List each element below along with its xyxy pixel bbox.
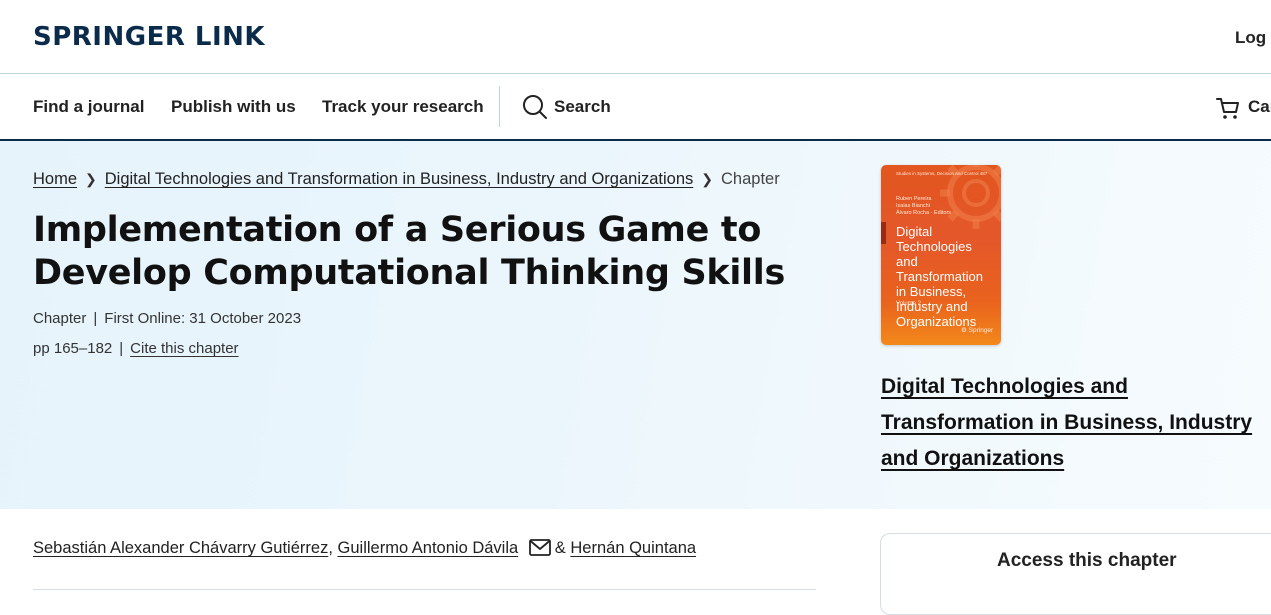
chapter-hero: Home ❯ Digital Technologies and Transforma… xyxy=(0,141,1271,509)
book-cover-image[interactable]: Studies in Systems, Decision and Control… xyxy=(881,165,1001,345)
author-link[interactable]: Guillermo Antonio Dávila xyxy=(338,539,519,557)
cover-editor: Ruben Pereira xyxy=(896,196,932,202)
access-panel: Access this chapter xyxy=(880,533,1271,615)
login-link[interactable]: Log i xyxy=(1235,28,1271,48)
cover-series: Studies in Systems, Decision and Control… xyxy=(896,171,988,176)
cover-volume: Volume 2 xyxy=(896,301,922,307)
breadcrumb-home[interactable]: Home xyxy=(33,170,77,188)
search-icon xyxy=(523,95,547,119)
author-separator: , xyxy=(328,539,333,557)
search-label: Search xyxy=(554,97,611,116)
email-icon[interactable] xyxy=(528,539,551,557)
nav-find-journal[interactable]: Find a journal xyxy=(33,97,144,117)
cover-stripe xyxy=(881,222,886,244)
nav-divider xyxy=(499,86,500,127)
breadcrumb: Home ❯ Digital Technologies and Transforma… xyxy=(33,170,780,189)
cart-icon xyxy=(1216,98,1239,119)
author-list: Sebastián Alexander Chávarry Gutiérrez, … xyxy=(33,539,696,558)
author-and: & xyxy=(554,539,566,557)
chevron-right-icon: ❯ xyxy=(85,171,97,187)
meta-separator: | xyxy=(119,340,124,357)
chapter-meta: Chapter | First Online: 31 October 2023 xyxy=(33,310,301,327)
breadcrumb-book[interactable]: Digital Technologies and Transformation … xyxy=(105,170,694,188)
author-link[interactable]: Hernán Quintana xyxy=(570,539,696,557)
breadcrumb-current: Chapter xyxy=(721,170,780,188)
page-range: pp 165–182 xyxy=(33,340,113,357)
cover-editor: Álvaro Rocha · Editors xyxy=(896,210,952,216)
site-header: SPRINGER LINK Log i xyxy=(0,0,1271,74)
cover-publisher: ⚙ Springer xyxy=(961,327,994,334)
chapter-title: Implementation of a Serious Game to Deve… xyxy=(33,210,785,293)
meta-separator: | xyxy=(93,310,98,327)
content-divider xyxy=(33,589,816,590)
nav-publish-with-us[interactable]: Publish with us xyxy=(171,97,296,117)
book-title-link[interactable]: Digital Technologies and Transformation … xyxy=(881,375,1252,470)
author-link[interactable]: Sebastián Alexander Chávarry Gutiérrez xyxy=(33,539,328,557)
cover-title: Digital Technologies and Transformation … xyxy=(896,224,983,329)
main-nav: Find a journal Publish with us Track you… xyxy=(0,74,1271,141)
chevron-right-icon: ❯ xyxy=(701,171,714,187)
content-type: Chapter xyxy=(33,310,87,327)
springer-link-logo[interactable]: SPRINGER LINK xyxy=(33,22,265,52)
book-title-heading: Digital Technologies and Transformation … xyxy=(881,369,1261,477)
cite-chapter-link[interactable]: Cite this chapter xyxy=(130,340,238,357)
nav-track-research[interactable]: Track your research xyxy=(322,97,484,117)
chapter-pages-row: pp 165–182 | Cite this chapter xyxy=(33,340,239,357)
cover-editors: Ruben Pereira Isaias Bianchi Álvaro Roch… xyxy=(896,196,951,217)
cart-label: Car xyxy=(1248,97,1271,116)
access-heading: Access this chapter xyxy=(997,550,1177,571)
cover-editor: Isaias Bianchi xyxy=(896,203,930,209)
first-online-date: First Online: 31 October 2023 xyxy=(104,310,302,327)
